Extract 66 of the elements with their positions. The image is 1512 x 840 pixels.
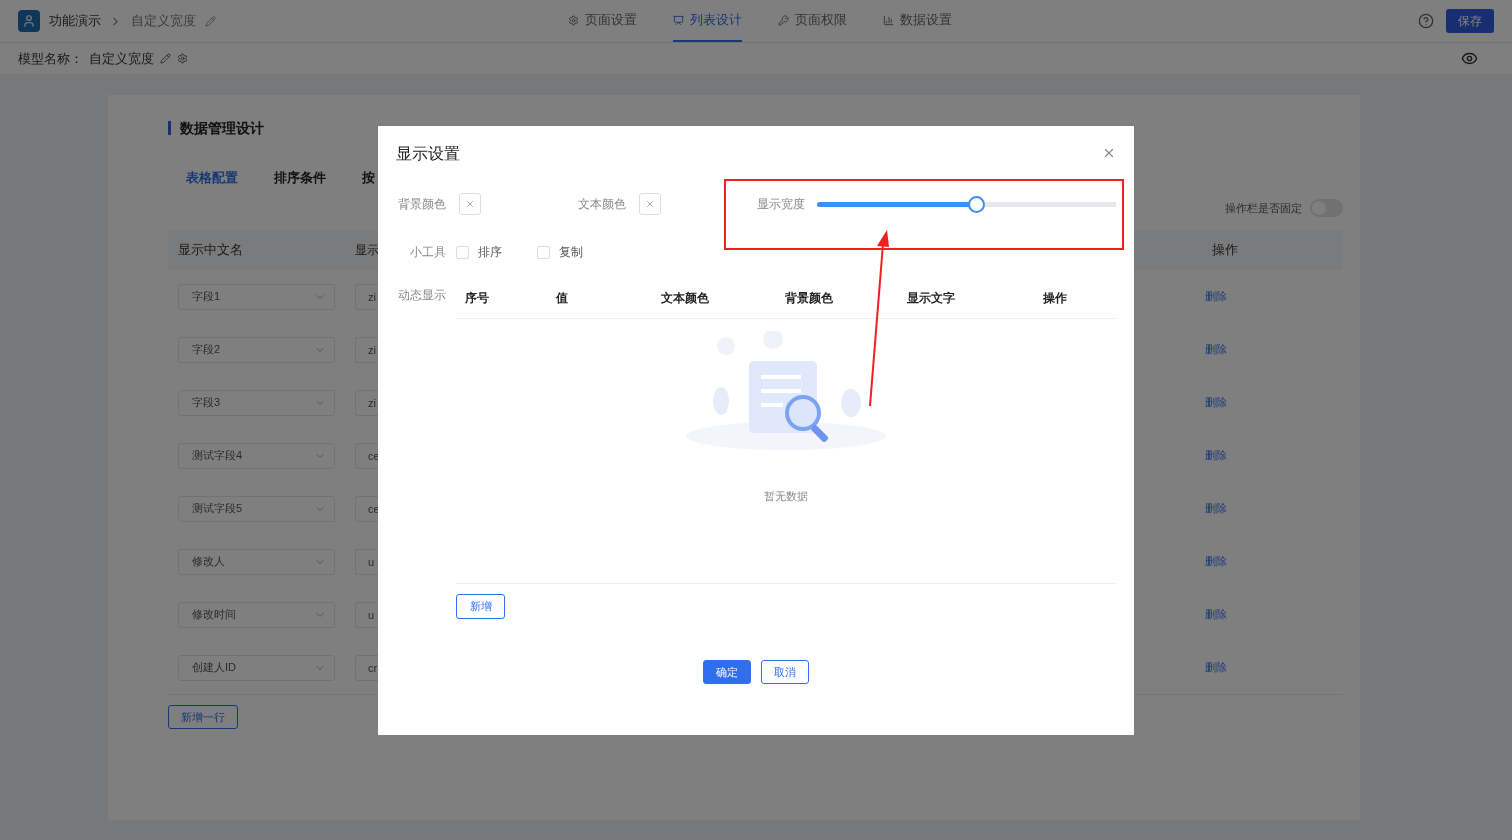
gear-icon [568, 14, 579, 26]
x-icon [464, 199, 475, 209]
key-icon [778, 14, 789, 26]
app-logo [18, 10, 40, 32]
name-select[interactable]: 测试字段5 [178, 495, 335, 522]
name-select[interactable]: 测试字段4 [178, 442, 335, 469]
column-header: 序号 [465, 290, 490, 307]
delete-link[interactable]: 删除 [1205, 607, 1227, 622]
empty-text: 暂无数据 [764, 489, 808, 504]
nav-tab[interactable]: 数据设置 [883, 0, 952, 42]
name-select[interactable]: 字段3 [178, 389, 335, 416]
edit-icon[interactable] [205, 15, 216, 27]
field-label: 文本颜色 [576, 195, 626, 213]
column-header: 背景颜色 [785, 290, 834, 307]
close-icon[interactable] [1102, 146, 1116, 160]
designer-tab[interactable]: 表格配置 [186, 169, 238, 187]
column-header: 显示文字 [907, 290, 956, 307]
field-label: 小工具 [409, 243, 446, 261]
delete-link[interactable]: 删除 [1205, 395, 1227, 410]
x-icon [644, 199, 655, 209]
name-select[interactable]: 字段1 [178, 283, 335, 310]
name-select[interactable]: 修改时间 [178, 601, 335, 628]
confirm-button[interactable]: 确定 [703, 660, 751, 684]
column-header: 显示中文名 [178, 241, 244, 259]
model-name-label: 模型名称： [18, 49, 83, 68]
nav-tab[interactable]: 页面权限 [778, 0, 847, 42]
tool-checkbox[interactable]: 排序 [456, 243, 502, 261]
delete-link[interactable]: 删除 [1205, 448, 1227, 463]
column-header: 操作 [1043, 290, 1068, 307]
help-icon[interactable] [1418, 13, 1434, 29]
add-button[interactable]: 新增 [456, 594, 505, 619]
nav-tab[interactable]: 页面设置 [568, 0, 637, 42]
toggle-label: 操作栏是否固定 [1225, 200, 1302, 216]
delete-link[interactable]: 删除 [1205, 289, 1227, 304]
designer-tab[interactable]: 按 [362, 169, 375, 187]
board-icon [673, 14, 684, 26]
delete-link[interactable]: 删除 [1205, 501, 1227, 516]
slider-thumb[interactable] [967, 195, 985, 213]
add-row-button[interactable]: 新增一行 [168, 705, 238, 729]
column-header: 操作 [1212, 241, 1238, 259]
bar-chart-icon [883, 14, 894, 26]
color-picker[interactable] [458, 193, 481, 215]
delete-link[interactable]: 删除 [1205, 342, 1227, 357]
settings-icon[interactable] [177, 53, 188, 64]
field-label: 动态显示 [397, 287, 446, 304]
tool-checkbox[interactable]: 复制 [537, 243, 583, 261]
name-select[interactable]: 修改人 [178, 548, 335, 575]
field-label: 显示宽度 [756, 195, 806, 213]
edit-icon[interactable] [160, 53, 171, 64]
column-header: 值 [556, 290, 569, 307]
designer-tab[interactable]: 排序条件 [274, 169, 326, 187]
color-picker[interactable] [638, 193, 661, 215]
save-button[interactable]: 保存 [1446, 9, 1494, 33]
field-label: 背景颜色 [396, 195, 446, 213]
name-select[interactable]: 创建人ID [178, 654, 335, 681]
delete-link[interactable]: 删除 [1205, 660, 1227, 675]
app-name[interactable]: 功能演示 [49, 12, 101, 30]
column-header: 显示 [355, 241, 379, 259]
column-header: 文本颜色 [661, 290, 710, 307]
name-select[interactable]: 字段2 [178, 336, 335, 363]
delete-link[interactable]: 删除 [1205, 554, 1227, 569]
eye-icon[interactable] [1461, 50, 1478, 67]
cancel-button[interactable]: 取消 [761, 660, 809, 684]
model-name: 自定义宽度 [89, 49, 154, 68]
dialog-title: 显示设置 [396, 144, 460, 164]
page-name: 自定义宽度 [131, 12, 196, 30]
